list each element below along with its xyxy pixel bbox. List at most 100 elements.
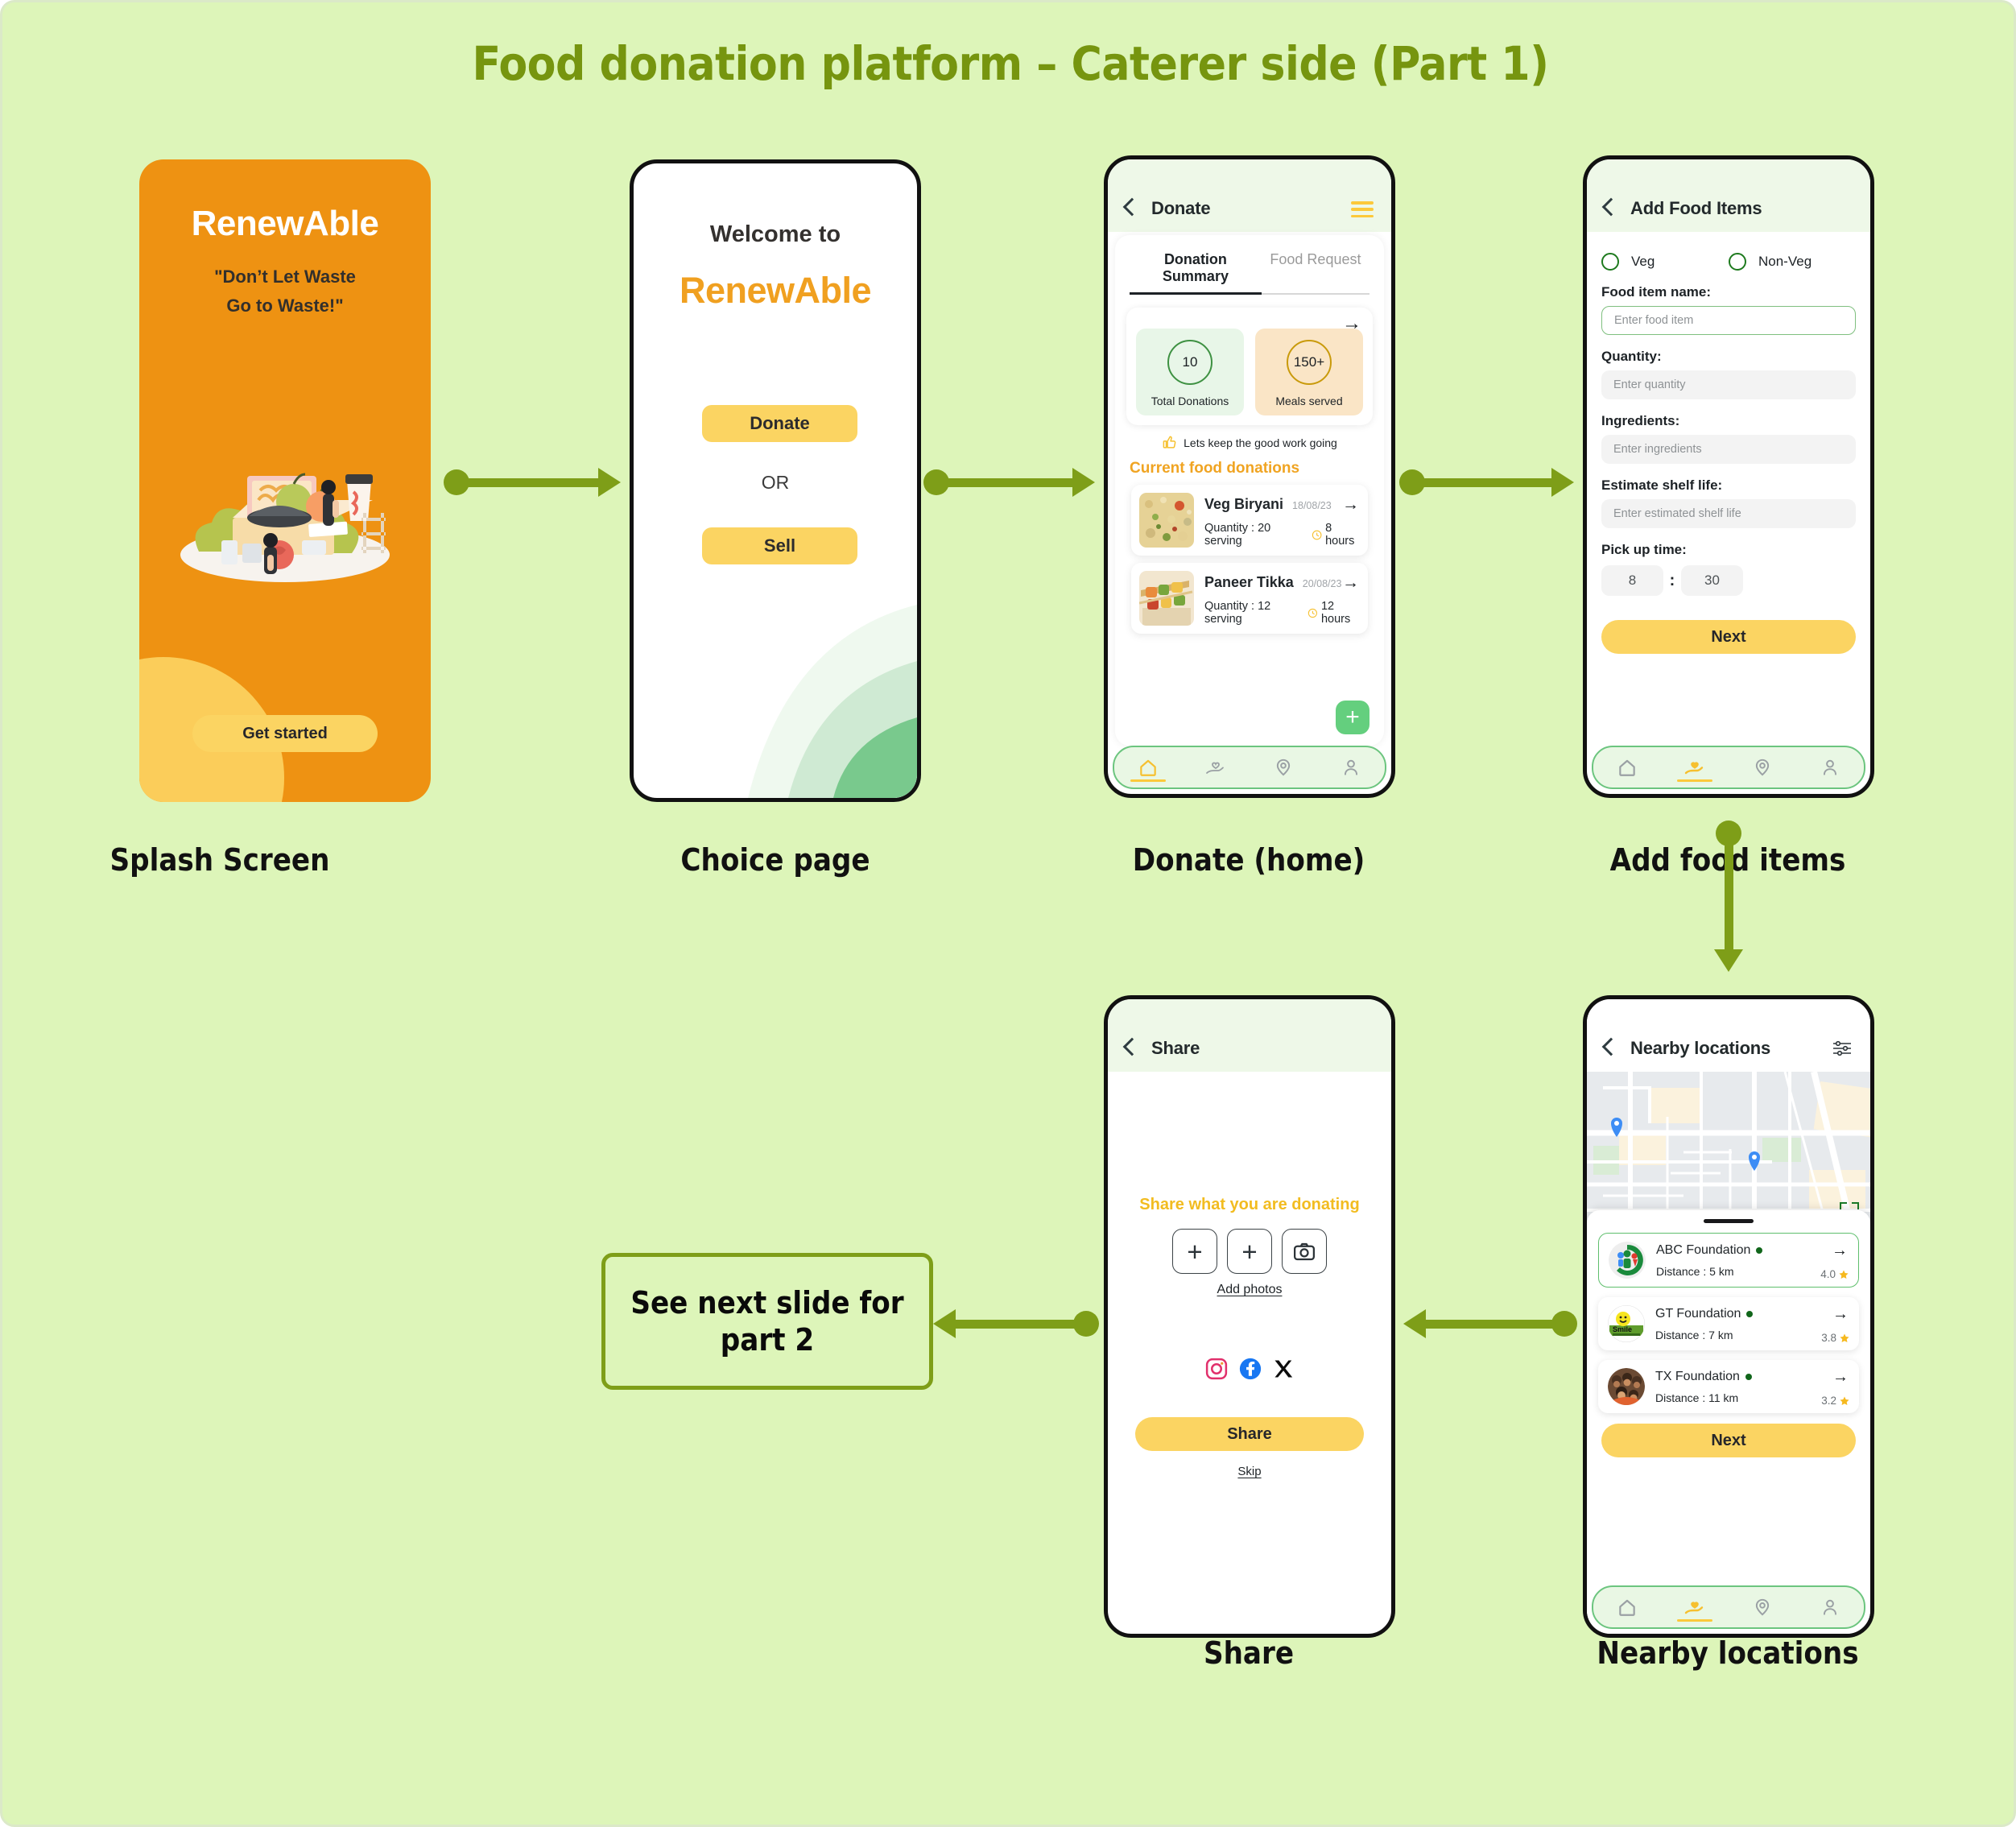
nav-item-profile[interactable] — [1796, 747, 1864, 787]
location-list-item[interactable]: Smile GT Foundation Distance : 7 km → 3.… — [1598, 1297, 1859, 1350]
arrow-right-icon[interactable]: → — [1832, 1306, 1849, 1322]
status-badge: 3.8 — [1821, 1332, 1850, 1344]
instagram-icon[interactable] — [1204, 1357, 1229, 1381]
connector-line — [1725, 842, 1733, 961]
pickup-time-picker: 8 : 30 — [1601, 565, 1856, 596]
pickup-minute-input[interactable]: 30 — [1681, 565, 1743, 596]
brand-tagline: "Don’t Let Waste Go to Waste!" — [139, 262, 431, 321]
location-list-item[interactable]: ABC Foundation Distance : 5 km → 4.0 — [1598, 1233, 1859, 1288]
next-button[interactable]: Next — [1601, 1424, 1856, 1457]
pickup-hour-input[interactable]: 8 — [1601, 565, 1663, 596]
arrow-right-icon[interactable]: → — [1342, 574, 1359, 591]
paneer-tikka-photo — [1139, 571, 1194, 626]
status-dot — [1756, 1247, 1763, 1254]
radio-option-veg[interactable]: Veg — [1601, 253, 1729, 271]
food-shelf-life: 8 hours — [1312, 522, 1360, 548]
chevron-left-icon[interactable] — [1124, 196, 1137, 219]
donation-list-item[interactable]: Veg Biryani 18/08/23 Quantity : 20 servi… — [1131, 485, 1368, 556]
location-distance: Distance : 7 km — [1655, 1329, 1733, 1341]
status-dot — [1745, 1374, 1752, 1380]
facebook-icon[interactable] — [1238, 1357, 1262, 1381]
connector-line — [1419, 1320, 1558, 1329]
app-header: Donate — [1108, 159, 1391, 232]
stats-row: 10 Total Donations 150+ Meals served — [1136, 329, 1363, 415]
arrow-right-icon[interactable]: → — [1342, 496, 1359, 513]
food-name-input[interactable]: Enter food item — [1601, 306, 1856, 335]
hamburger-menu-icon[interactable] — [1351, 201, 1374, 217]
nav-item-locations[interactable] — [1729, 1587, 1796, 1627]
arrow-right-icon — [1551, 468, 1574, 497]
phone-splash-screen: RenewAble "Don’t Let Waste Go to Waste!" — [139, 159, 431, 802]
skip-link[interactable]: Skip — [1108, 1465, 1391, 1478]
phone-choice-page: Welcome to RenewAble Donate OR Sell — [630, 159, 921, 802]
nav-item-profile[interactable] — [1796, 1587, 1864, 1627]
quantity-input[interactable]: Enter quantity — [1601, 370, 1856, 399]
tab-bar: Donation Summary Food Request — [1115, 248, 1384, 295]
add-photo-slot[interactable]: + — [1172, 1229, 1217, 1274]
food-shelf-life: 12 hours — [1308, 600, 1360, 626]
brand-title: RenewAble — [679, 270, 872, 311]
donation-list-item[interactable]: Paneer Tikka 20/08/23 Quantity : 12 serv… — [1131, 563, 1368, 634]
diet-type-radio-group: Veg Non-Veg — [1601, 253, 1856, 271]
status-dot — [1746, 1311, 1754, 1317]
nav-item-profile[interactable] — [1317, 747, 1385, 787]
location-details: TX Foundation Distance : 11 km — [1655, 1368, 1849, 1405]
share-button[interactable]: Share — [1135, 1417, 1364, 1451]
arrow-left-icon — [1403, 1309, 1426, 1338]
chevron-left-icon[interactable] — [1603, 196, 1616, 219]
location-distance: Distance : 5 km — [1656, 1265, 1734, 1278]
radio-option-non-veg[interactable]: Non-Veg — [1729, 253, 1812, 271]
nav-item-donations[interactable] — [1661, 1587, 1729, 1627]
food-donation-illustration — [180, 473, 390, 582]
caption-share: Share — [1203, 1635, 1295, 1671]
next-button[interactable]: Next — [1601, 620, 1856, 654]
map-canvas — [1587, 1072, 1870, 1233]
status-badge: 4.0 — [1820, 1268, 1849, 1280]
x-twitter-icon[interactable] — [1272, 1358, 1295, 1380]
chevron-left-icon[interactable] — [1603, 1036, 1616, 1059]
location-pin-icon — [1755, 1598, 1770, 1616]
nav-item-donations[interactable] — [1661, 747, 1729, 787]
sheet-drag-handle[interactable] — [1704, 1219, 1754, 1223]
arrow-right-icon[interactable]: → — [1342, 314, 1361, 333]
tab-food-request[interactable]: Food Request — [1261, 248, 1369, 295]
open-camera-button[interactable] — [1282, 1229, 1327, 1274]
filter-sliders-icon[interactable] — [1832, 1040, 1853, 1056]
sell-button[interactable]: Sell — [702, 527, 857, 564]
field-label-pickup-time: Pick up time: — [1601, 542, 1687, 557]
photo-upload-row: + + — [1108, 1229, 1391, 1274]
person-icon — [1823, 1599, 1837, 1615]
rating-value: 3.2 — [1821, 1395, 1836, 1407]
tagline-line-1: "Don’t Let Waste — [214, 267, 356, 287]
nav-item-locations[interactable] — [1729, 747, 1796, 787]
add-donation-fab[interactable]: + — [1336, 701, 1369, 734]
screen-title: Donate — [1151, 198, 1211, 218]
location-list-item[interactable]: TX Foundation Distance : 11 km → 3.2 — [1598, 1360, 1859, 1413]
arrow-right-icon[interactable]: → — [1832, 1242, 1848, 1259]
donate-button[interactable]: Donate — [702, 405, 857, 442]
add-photos-label[interactable]: Add photos — [1108, 1283, 1391, 1297]
social-share-row — [1108, 1357, 1391, 1381]
add-photo-slot[interactable]: + — [1227, 1229, 1272, 1274]
nav-item-locations[interactable] — [1250, 747, 1317, 787]
tab-donation-summary[interactable]: Donation Summary — [1130, 248, 1262, 295]
nav-item-home[interactable] — [1593, 747, 1661, 787]
person-icon — [1823, 759, 1837, 775]
radio-circle-icon — [1729, 253, 1746, 271]
caption-splash-screen: Splash Screen — [109, 842, 330, 878]
nav-item-donations[interactable] — [1182, 747, 1250, 787]
ingredients-input[interactable]: Enter ingredients — [1601, 435, 1856, 464]
app-header: Share — [1108, 999, 1391, 1072]
tx-foundation-photo — [1608, 1368, 1645, 1405]
arrow-right-icon[interactable]: → — [1832, 1369, 1849, 1385]
map-view[interactable] — [1587, 1072, 1870, 1233]
chevron-left-icon[interactable] — [1124, 1036, 1137, 1059]
get-started-button[interactable]: Get started — [192, 715, 378, 752]
food-name: Veg Biryani — [1204, 496, 1284, 512]
donation-panel: Donation Summary Food Request → 10 Total… — [1115, 235, 1384, 746]
food-quantity: Quantity : 12 serving — [1204, 600, 1271, 626]
nav-item-home[interactable] — [1593, 1587, 1661, 1627]
shelf-life-input[interactable]: Enter estimated shelf life — [1601, 499, 1856, 528]
donation-details: Paneer Tikka 20/08/23 Quantity : 12 serv… — [1204, 571, 1360, 626]
nav-item-home[interactable] — [1114, 747, 1182, 787]
